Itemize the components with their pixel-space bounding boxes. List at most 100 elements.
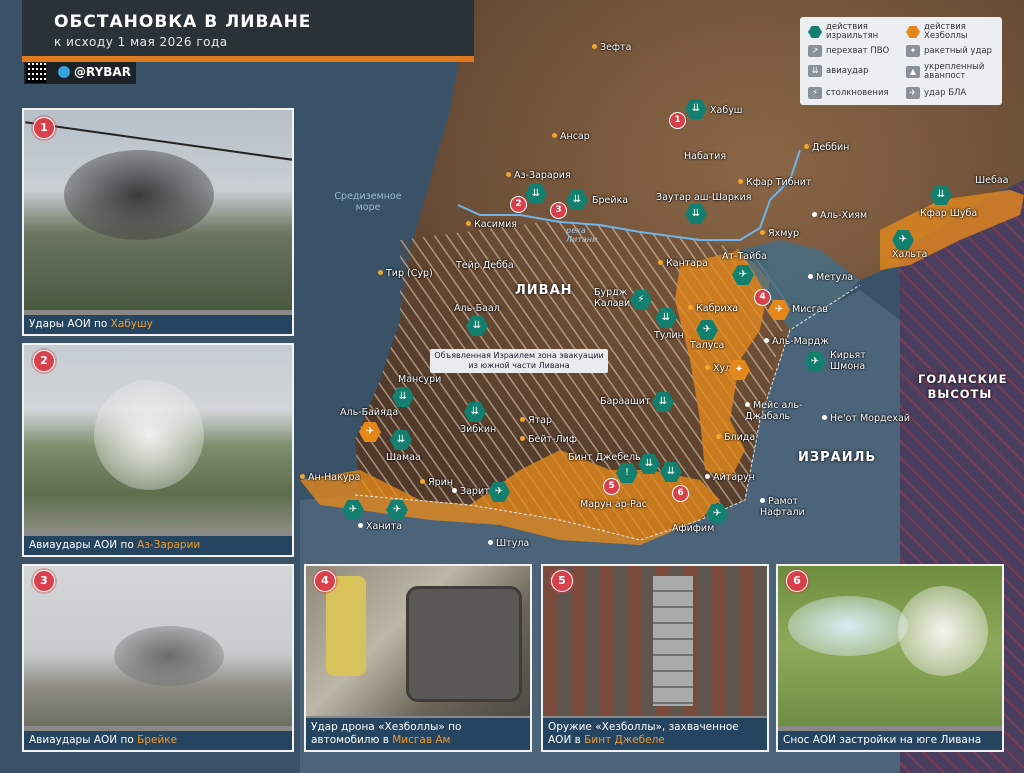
photo-demolition: [778, 566, 1002, 726]
place-an-nakura: Ан-Накура: [300, 472, 360, 483]
qr-code-icon[interactable]: [26, 63, 46, 83]
place-nabatiya: Набатия: [684, 151, 727, 162]
outpost-icon: ▲: [906, 66, 920, 78]
place-breika: Брейка: [592, 195, 629, 206]
panel-1[interactable]: Удары АОИ по Хабушу: [22, 108, 294, 336]
hexagon-icon: [808, 26, 822, 38]
place-yarin: Ярин: [420, 477, 453, 488]
panel-4[interactable]: Удар дрона «Хезболлы» по автомобилю в Ми…: [304, 564, 532, 752]
place-talusa: Талуса: [690, 340, 725, 351]
place-meis-al-jabal: Мейс аль-Джабаль: [745, 400, 815, 422]
place-metula: Метула: [808, 272, 853, 283]
place-zautar: Заутар аш-Шаркия: [656, 192, 752, 203]
panel-6-badge: 6: [786, 570, 808, 592]
map-infographic: ОБСТАНОВКА В ЛИВАНЕ к исходу 1 мая 2026 …: [0, 0, 1024, 773]
place-khalta: Хальта: [892, 249, 928, 260]
place-mansuri: Мансури: [398, 374, 442, 385]
place-khabush: Хабуш: [710, 105, 743, 116]
place-tyre: Тир (Сур): [378, 268, 433, 279]
evacuation-zone-note: Объявленная Израилем зона эвакуации из ю…: [430, 349, 608, 373]
place-baraashit: Бараашит: [600, 396, 651, 407]
panel-2-badge: 2: [33, 350, 55, 372]
panel-4-badge: 4: [314, 570, 336, 592]
place-teir-debba: Тейр Дебба: [456, 260, 514, 271]
panel-4-caption: Удар дрона «Хезболлы» по автомобилю в Ми…: [306, 718, 530, 750]
place-zefta: Зефта: [592, 42, 631, 53]
legend-item-missile: ✦ ракетный удар: [906, 45, 992, 57]
legend-item-uav: ✈ удар БЛА: [906, 87, 966, 99]
panel-3-badge: 3: [33, 570, 55, 592]
place-at-taiba: Ат-Тайба: [722, 251, 767, 262]
place-beit-lif: Бейт-Лиф: [520, 434, 577, 445]
drone-icon: ✈: [906, 87, 920, 99]
hexagon-icon: [906, 26, 920, 38]
panel-5-caption: Оружие «Хезболлы», захваченное АОИ в Бин…: [543, 718, 767, 750]
place-kantara: Кантара: [658, 258, 708, 269]
map-badge-5[interactable]: 5: [603, 478, 620, 495]
place-blida: Блида: [716, 432, 755, 443]
map-badge-1[interactable]: 1: [669, 112, 686, 129]
region-lebanon: ЛИВАН: [515, 283, 573, 298]
place-bint-jbeil: Бинт Джебель: [568, 452, 641, 463]
legend: действия израильтян действия Хезболлы ↗ п…: [800, 17, 1002, 105]
place-aitarun: Айтарун: [705, 472, 755, 483]
place-al-bayyada: Аль-Байяда: [340, 407, 399, 418]
brand-handle: @RYBAR: [74, 65, 131, 79]
header: ОБСТАНОВКА В ЛИВАНЕ к исходу 1 мая 2026 …: [22, 0, 474, 62]
brand-strip[interactable]: @RYBAR: [24, 62, 136, 84]
panel-6[interactable]: Снос АОИ застройки на юге Ливана: [776, 564, 1004, 752]
panel-5-badge: 5: [551, 570, 573, 592]
place-neot-mordechai: Не'от Мордехай: [822, 413, 910, 424]
place-zarit: Зарит: [452, 486, 490, 497]
photo-smoke-az-zarariya: [24, 345, 292, 531]
legend-item-airstrike: ⇊ авиаудар: [808, 65, 868, 77]
map-badge-3[interactable]: 3: [550, 202, 567, 219]
photo-burnt-car: [306, 566, 530, 716]
sea-label: Средиземное море: [334, 191, 402, 213]
panel-6-caption: Снос АОИ застройки на юге Ливана: [778, 731, 1002, 750]
place-shamaa: Шамаа: [386, 452, 421, 463]
place-kiryat-shmona: Кирьят Шмона: [830, 350, 866, 372]
panel-2[interactable]: Авиаудары АОИ по Аз-Зарарии: [22, 343, 294, 557]
place-kfar-tibnit: Кфар Тибнит: [738, 177, 812, 188]
place-marun-ar-ras: Марун ар-Рас: [580, 499, 647, 510]
clash-icon: ⚡: [808, 87, 822, 99]
panel-3-caption: Авиаудары АОИ по Брейке: [24, 731, 292, 750]
panel-1-caption: Удары АОИ по Хабушу: [24, 315, 292, 334]
place-al-khiyam: Аль-Хиям: [812, 210, 867, 221]
panel-2-caption: Авиаудары АОИ по Аз-Зарарии: [24, 536, 292, 555]
place-tulin: Тулин: [654, 330, 684, 341]
legend-item-outpost: ▲ укрепленный аванпост: [906, 63, 998, 81]
legend-item-hezbollah: действия Хезболлы: [906, 23, 998, 41]
legend-item-israel: действия израильтян: [808, 23, 900, 41]
photo-captured-weapons: [543, 566, 767, 716]
place-khanita: Ханита: [358, 521, 402, 532]
place-al-marj: Аль-Мардж: [764, 336, 829, 347]
telegram-icon: [58, 66, 70, 78]
interception-icon: ↗: [808, 45, 822, 57]
place-burj-kalavi: Бурдж Калави: [594, 287, 631, 309]
panel-3[interactable]: Авиаудары АОИ по Брейке: [22, 564, 294, 752]
panel-5[interactable]: Оружие «Хезболлы», захваченное АОИ в Бин…: [541, 564, 769, 752]
river-label: река Литани: [566, 226, 598, 244]
legend-item-clashes: ⚡ столкновения: [808, 87, 889, 99]
photo-smoke-khabush: [24, 110, 292, 310]
place-kabrikha: Кабриха: [688, 303, 738, 314]
airstrike-icon: ⇊: [808, 65, 822, 77]
region-golan: ГОЛАНСКИЕ ВЫСОТЫ: [918, 372, 1008, 401]
page-title: ОБСТАНОВКА В ЛИВАНЕ: [54, 12, 312, 32]
legend-item-air-defense: ↗ перехват ПВО: [808, 45, 889, 57]
photo-smoke-breika: [24, 566, 292, 726]
map-badge-4[interactable]: 4: [754, 289, 771, 306]
place-ansar: Ансар: [552, 131, 590, 142]
place-yakhmur: Яхмур: [760, 228, 799, 239]
place-afifim: Афифим: [672, 523, 715, 534]
place-shebaa: Шебаа: [975, 175, 1009, 186]
missile-icon: ✦: [906, 45, 920, 57]
page-subtitle: к исходу 1 мая 2026 года: [54, 35, 228, 49]
map-badge-2[interactable]: 2: [510, 196, 527, 213]
place-debbin: Деббин: [804, 142, 849, 153]
map-badge-6[interactable]: 6: [672, 485, 689, 502]
place-kasimiya: Касимия: [466, 219, 517, 230]
place-kfar-shuba: Кфар Шуба: [920, 208, 978, 219]
